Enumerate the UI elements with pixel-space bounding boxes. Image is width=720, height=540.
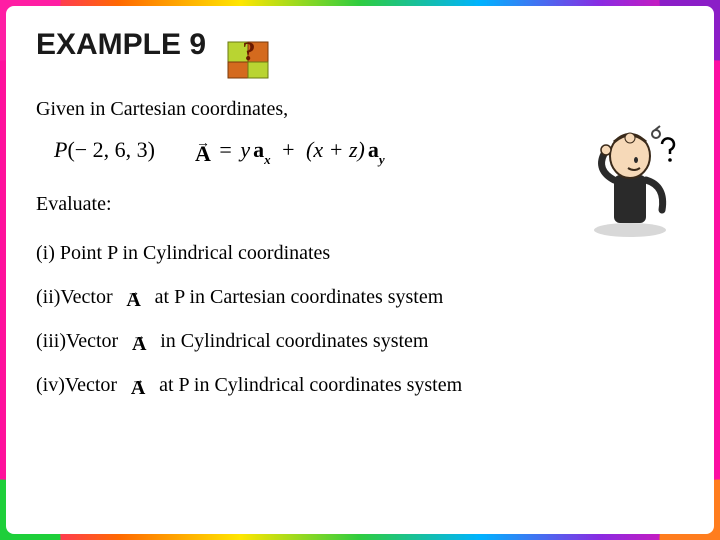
svg-text:?: ? [243, 37, 256, 66]
example-title: EXAMPLE 9 [36, 28, 684, 62]
item-tail: at P in Cartesian coordinates system [150, 287, 444, 307]
list-item: (i) Point P in Cylindrical coordinates [36, 236, 684, 270]
point-coords: (− 2, 6, 3) [67, 137, 155, 162]
puzzle-question-icon: ? [222, 32, 276, 86]
vector-A-symbol: → A [128, 376, 148, 394]
item-tail: in Cylindrical coordinates system [155, 331, 428, 351]
slide-content: EXAMPLE 9 ? [36, 28, 684, 510]
item-lead: (iv)Vector [36, 375, 122, 395]
vector-definition: → A = y ax + (x + z) ay [195, 137, 385, 163]
item-lead: (i) Point P in Cylindrical coordinates [36, 243, 330, 263]
point-expression: P(− 2, 6, 3) [54, 137, 155, 163]
unit-vector-ay: ay [368, 137, 385, 163]
item-tail: at P in Cylindrical coordinates system [154, 375, 462, 395]
unit-vector-ax: ax [253, 137, 271, 163]
item-list: (i) Point P in Cylindrical coordinates (… [36, 236, 684, 402]
point-name: P [54, 137, 67, 162]
vector-A-symbol: → A [124, 288, 144, 306]
list-item: (iii)Vector → A in Cylindrical coordinat… [36, 324, 684, 358]
plus-op: + [282, 137, 294, 163]
item-lead: (iii)Vector [36, 331, 123, 351]
list-item: (ii)Vector → A at P in Cartesian coordin… [36, 280, 684, 314]
list-item: (iv)Vector → A at P in Cylindrical coord… [36, 368, 684, 402]
item-lead: (ii)Vector [36, 287, 118, 307]
confused-person-icon [584, 120, 676, 240]
vector-A-symbol: → A [129, 332, 149, 350]
given-label: Given in Cartesian coordinates, [36, 98, 684, 121]
vector-A-symbol: → A [195, 140, 211, 160]
term2-coef: (x + z) [306, 137, 365, 163]
term1-coef: y [240, 137, 250, 163]
